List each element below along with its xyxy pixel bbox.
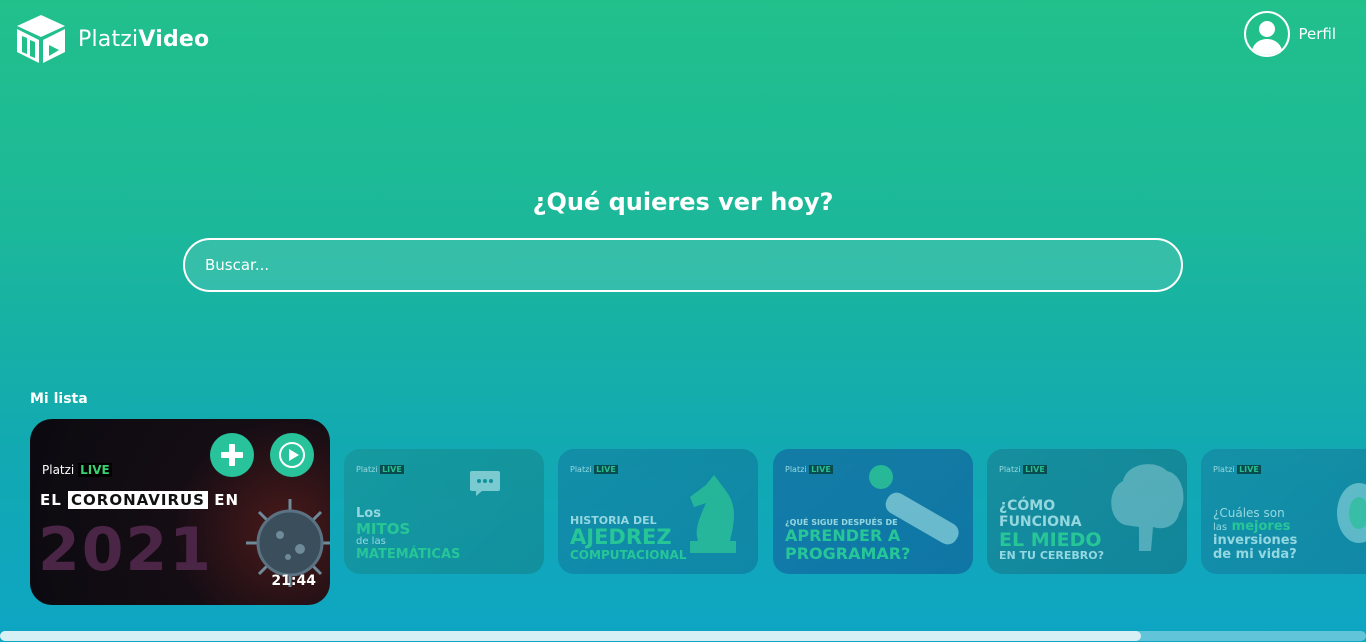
headline-part: EN (214, 491, 240, 509)
live-tag: LIVE (809, 465, 833, 474)
title-line: FUNCIONA (999, 513, 1082, 530)
video-headline: EL CORONAVIRUS EN (40, 491, 239, 509)
brand-text: Platzi (356, 465, 378, 474)
scrollbar-thumb[interactable] (0, 631, 1141, 641)
avatar[interactable] (1244, 11, 1291, 57)
page-title: ¿Qué quieres ver hoy? (532, 188, 834, 216)
platzivideo-logo[interactable]: PlatziVideo (14, 12, 209, 66)
cube-logo-icon (17, 15, 65, 63)
title-line: COMPUTACIONAL (570, 548, 687, 563)
live-tag: LIVE (1023, 465, 1047, 474)
title-line: mejores (1231, 518, 1291, 534)
video-card[interactable]: Platzi LIVE ¿QUÉ SIGUE DESPUÉS DE APREND… (773, 449, 973, 574)
card-title: ¿Cuáles son las mejores inversiones de m… (1213, 506, 1298, 562)
card-title: Los MITOS de las MATEMÁTICAS (356, 505, 461, 562)
brand-text: Platzi (1213, 465, 1235, 474)
title-line: MATEMÁTICAS (356, 546, 461, 562)
chat-bubble-icon (470, 471, 500, 496)
platzi-live-badge: Platzi LIVE (1213, 465, 1261, 474)
platzi-live-badge: Platzi LIVE (42, 463, 112, 477)
logo-text-platzi: Platzi (78, 26, 139, 52)
video-year: 2021 (38, 515, 213, 585)
search-input[interactable] (183, 238, 1183, 292)
title-line: EN TU CEREBRO? (999, 549, 1104, 563)
title-line: inversiones (1213, 532, 1298, 548)
horizontal-scrollbar[interactable] (0, 631, 1366, 641)
featured-video-card[interactable]: Platzi LIVE EL CORONAVIRUS EN 2021 21:44 (30, 419, 330, 605)
video-card[interactable]: Platzi LIVE Los MITOS de las MATEMÁTICAS (344, 449, 544, 574)
video-card[interactable]: Platzi LIVE HISTORIA DEL AJEDREZ COMPUTA… (558, 449, 758, 574)
live-tag: LIVE (78, 463, 112, 477)
headline-boxed: CORONAVIRUS (68, 491, 208, 509)
logo-text: PlatziVideo (78, 27, 209, 52)
carousel-mi-lista[interactable]: Platzi LIVE EL CORONAVIRUS EN 2021 21:44 (0, 410, 1366, 620)
title-line: AJEDREZ (570, 525, 672, 550)
title-line: de mi vida? (1213, 546, 1297, 562)
title-line: MITOS (356, 519, 411, 538)
video-card[interactable]: Platzi LIVE ¿Cuáles son las mejores inve… (1201, 449, 1366, 574)
video-card[interactable]: Platzi LIVE ¿CÓMO FUNCIONA EL MIEDO EN T… (987, 449, 1187, 574)
platzi-live-badge: Platzi LIVE (785, 465, 833, 474)
piggy-bank-icon (1337, 483, 1366, 543)
add-button[interactable] (210, 433, 254, 477)
plus-icon (221, 444, 243, 466)
profile-label[interactable]: Perfil (1298, 25, 1336, 43)
live-tag: LIVE (1237, 465, 1261, 474)
title-line: ¿CÓMO (999, 498, 1056, 515)
card-title: HISTORIA DEL AJEDREZ COMPUTACIONAL (570, 514, 687, 563)
user-silhouette-icon (1246, 13, 1289, 55)
header: PlatziVideo Perfil (0, 0, 1366, 80)
profile-menu[interactable]: Perfil (1244, 11, 1336, 57)
title-line: APRENDER A (785, 526, 901, 546)
title-line: EL MIEDO (999, 528, 1102, 551)
card-title: ¿CÓMO FUNCIONA EL MIEDO EN TU CEREBRO? (999, 499, 1104, 562)
brand-text: Platzi (570, 465, 592, 474)
live-tag: LIVE (594, 465, 618, 474)
video-duration: 21:44 (271, 573, 316, 589)
brand-text: Platzi (785, 465, 807, 474)
live-tag: LIVE (380, 465, 404, 474)
platzi-live-badge: Platzi LIVE (356, 465, 404, 474)
play-button[interactable] (270, 433, 314, 477)
play-icon (279, 442, 305, 468)
title-line: Los (356, 505, 381, 521)
headline-part: EL (40, 491, 62, 509)
platzi-live-badge: Platzi LIVE (999, 465, 1047, 474)
platzi-live-badge: Platzi LIVE (570, 465, 618, 474)
chess-knight-icon (690, 475, 736, 553)
brain-icon (1111, 464, 1184, 551)
section-title-mi-lista: Mi lista (30, 391, 88, 407)
title-line: las (1213, 521, 1228, 533)
title-line: PROGRAMAR? (785, 543, 911, 563)
brand-text: Platzi (999, 465, 1021, 474)
brand-text: Platzi (42, 463, 75, 477)
card-title: ¿QUÉ SIGUE DESPUÉS DE APRENDER A PROGRAM… (785, 518, 911, 563)
logo-text-video: Video (138, 26, 210, 52)
